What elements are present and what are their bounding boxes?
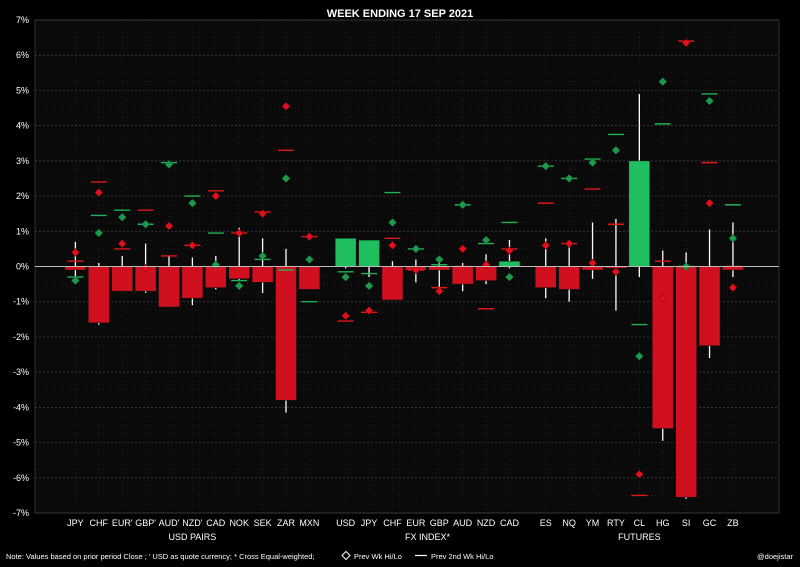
bar [181, 266, 204, 299]
x-tick-label: EUR' [112, 518, 133, 528]
bar [534, 266, 557, 288]
legend-prev-wk: Prev Wk Hi/Lo [354, 552, 402, 561]
x-tick-label: NZD [477, 518, 496, 528]
legend-prev-2nd-wk: Prev 2nd Wk Hi/Lo [431, 552, 494, 561]
y-tick-label: 2% [16, 191, 29, 201]
group-label: FUTURES [618, 532, 661, 542]
x-tick-label: CHF [383, 518, 402, 528]
x-tick-label: JPY [361, 518, 378, 528]
y-tick-label: 4% [16, 121, 29, 131]
bar [88, 266, 110, 324]
y-tick-label: 3% [16, 156, 29, 166]
bar [334, 238, 357, 267]
footnote: Note: Values based on prior period Close… [6, 552, 315, 561]
x-tick-label: NQ [562, 518, 576, 528]
x-tick-label: SI [682, 518, 691, 528]
x-tick-label: CAD [206, 518, 226, 528]
y-tick-label: -4% [13, 402, 29, 412]
group-label: FX INDEX* [405, 532, 451, 542]
credit: @doejistar [757, 552, 793, 561]
x-tick-label: MXN [299, 518, 319, 528]
bar [498, 260, 521, 267]
x-tick-label: GBP' [135, 518, 156, 528]
y-tick-label: -5% [13, 438, 29, 448]
bar [558, 266, 580, 290]
x-tick-label: USD [336, 518, 356, 528]
y-tick-label: -3% [13, 367, 29, 377]
y-tick-label: 5% [16, 85, 29, 95]
x-tick-label: CHF [90, 518, 109, 528]
x-tick-label: NOK [229, 518, 249, 528]
x-tick-label: HG [656, 518, 670, 528]
x-tick-label: CL [634, 518, 646, 528]
bar [205, 266, 227, 288]
bar [251, 266, 274, 283]
x-tick-label: GC [703, 518, 717, 528]
x-tick-label: EUR [406, 518, 426, 528]
x-tick-label: RTY [607, 518, 625, 528]
chart-title: WEEK ENDING 17 SEP 2021 [327, 8, 474, 20]
x-tick-label: CAD [500, 518, 520, 528]
bar [698, 266, 721, 346]
bar [651, 266, 674, 429]
bar [275, 266, 297, 401]
x-tick-label: GBP [430, 518, 449, 528]
x-tick-label: JPY [67, 518, 84, 528]
y-tick-label: -1% [13, 297, 29, 307]
bar [64, 266, 87, 271]
x-tick-label: YM [586, 518, 600, 528]
y-tick-label: -6% [13, 473, 29, 483]
bar [628, 160, 651, 267]
bar [228, 266, 250, 280]
bar [358, 239, 380, 267]
y-tick-label: -7% [13, 508, 29, 518]
y-tick-label: 6% [16, 50, 29, 60]
x-tick-label: ZAR [277, 518, 296, 528]
bar [158, 266, 180, 308]
y-tick-label: -2% [13, 332, 29, 342]
x-tick-label: AUD [453, 518, 473, 528]
x-tick-label: ZB [727, 518, 739, 528]
bar [298, 266, 321, 290]
x-tick-label: ES [540, 518, 552, 528]
x-tick-label: SEK [254, 518, 272, 528]
chart-canvas: -7% -6% -5% -4% -3% -2% -1% 0% 1% 2% 3% 4% 5% 6% 7% JPY… [0, 0, 800, 567]
y-tick-label: 7% [16, 15, 29, 25]
bar [451, 266, 474, 285]
bar [428, 266, 451, 271]
x-tick-label: AUD' [159, 518, 180, 528]
y-tick-label: 0% [16, 262, 29, 272]
group-label: USD PAIRS [168, 532, 216, 542]
y-tick-label: 1% [16, 226, 29, 236]
bar [675, 266, 697, 498]
bar [381, 266, 404, 301]
bar [111, 266, 133, 292]
x-tick-label: NZD' [182, 518, 202, 528]
